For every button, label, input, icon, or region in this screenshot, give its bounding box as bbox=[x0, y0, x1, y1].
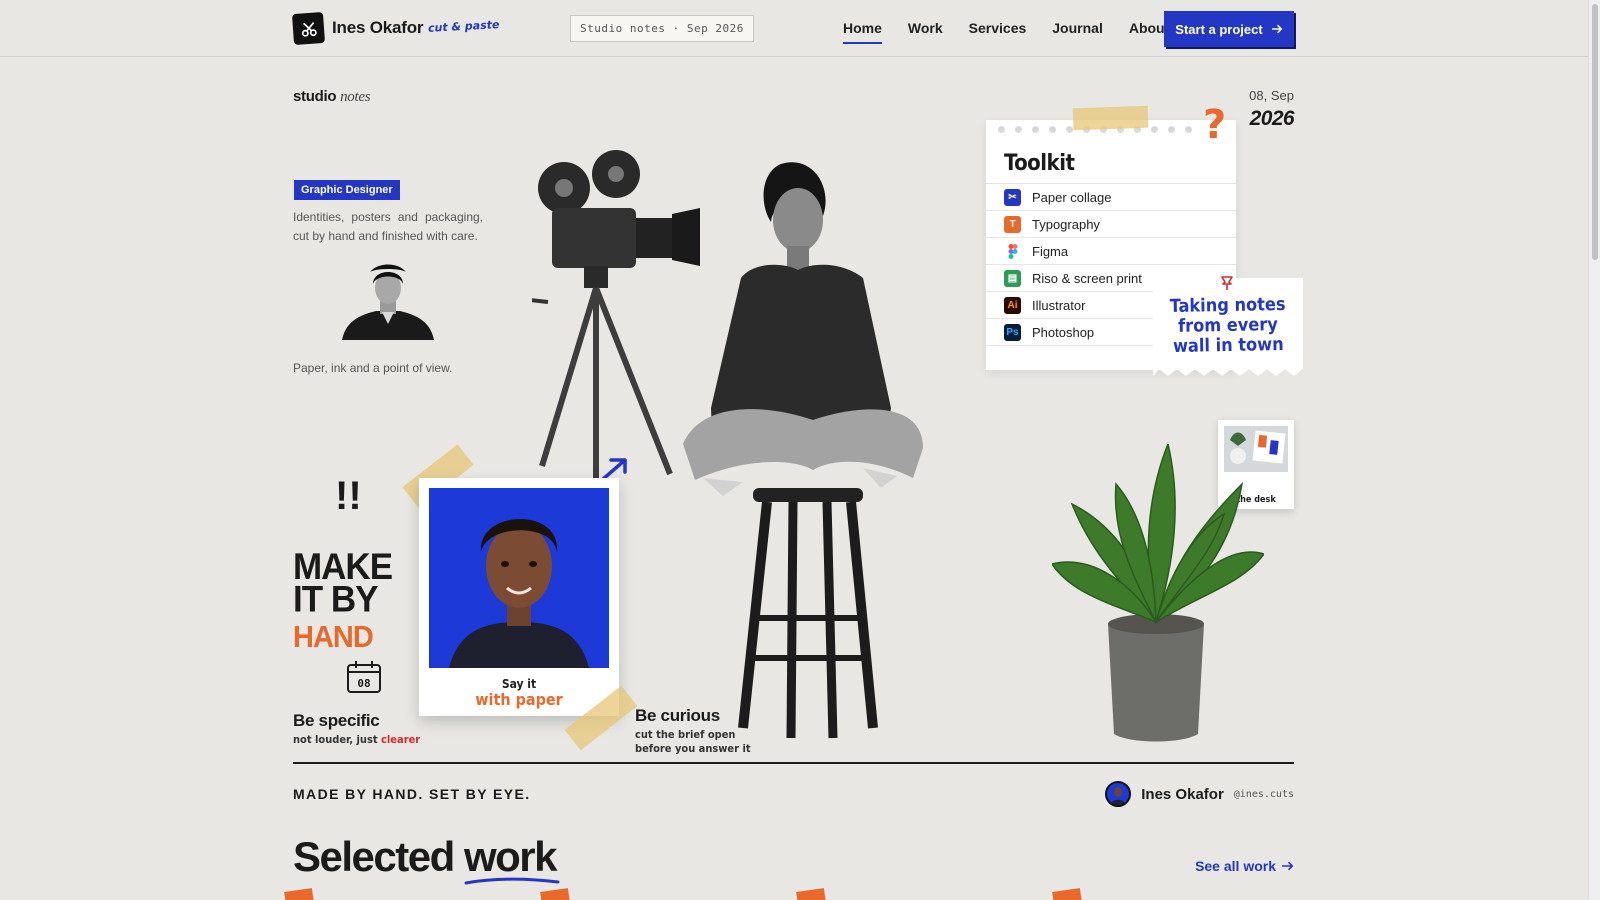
scissors-icon: ✂ bbox=[1004, 188, 1021, 206]
be-curious-sub-2: before you answer it bbox=[635, 742, 751, 755]
toolkit-item-label: Figma bbox=[1032, 243, 1069, 259]
polaroid-caption: Say it with paper bbox=[419, 677, 619, 709]
arrow-right-icon bbox=[1271, 24, 1283, 34]
sticky-note: Taking notes from every wall in town bbox=[1153, 278, 1303, 376]
sticky-note-line-3: wall in town bbox=[1172, 334, 1284, 357]
be-curious-sub-1: cut the brief open bbox=[635, 728, 736, 741]
sticky-note-line-1: Taking notes bbox=[1169, 293, 1286, 318]
toolkit-item: ✂ Paper collage bbox=[986, 184, 1236, 211]
author-handle: @ines.cuts bbox=[1233, 788, 1294, 800]
nav-journal[interactable]: Journal bbox=[1052, 20, 1103, 36]
toolkit-title: Toolkit bbox=[1004, 151, 1075, 176]
potted-plant-illustration bbox=[1052, 444, 1264, 742]
sticky-note-text: Taking notes from every wall in town bbox=[1153, 293, 1303, 358]
be-curious-block: Be curious cut the brief open before you… bbox=[635, 706, 751, 756]
be-curious-title: Be curious bbox=[635, 706, 720, 725]
be-specific-sub-text: not louder, just bbox=[293, 733, 378, 746]
be-specific-sub: not louder, just clearer bbox=[293, 733, 420, 746]
headline-line-2: IT BY bbox=[293, 578, 378, 620]
scrollbar-thumb[interactable] bbox=[1592, 4, 1598, 260]
section-label: studio notes bbox=[293, 88, 371, 106]
nav-home[interactable]: Home bbox=[843, 20, 882, 44]
be-specific-emph: clearer bbox=[381, 733, 421, 746]
headline-line-3: HAND bbox=[293, 620, 374, 655]
toolkit-item: Figma bbox=[986, 238, 1236, 265]
toolkit-item-label: Riso & screen print bbox=[1032, 270, 1142, 286]
be-specific-title: Be specific bbox=[293, 711, 380, 730]
be-specific-block: Be specific not louder, just clearer bbox=[293, 711, 420, 746]
question-mark-icon: ? bbox=[1203, 102, 1227, 148]
nav-work[interactable]: Work bbox=[908, 20, 943, 36]
figma-icon bbox=[1004, 242, 1021, 260]
headline-make-it-by-hand: MAKE IT BY HAND bbox=[293, 548, 393, 655]
start-project-label: Start a project bbox=[1175, 21, 1263, 37]
toolkit-item-label: Paper collage bbox=[1032, 189, 1112, 205]
calendar-icon: 08 bbox=[347, 661, 381, 693]
work-card-tab bbox=[540, 888, 570, 900]
arrow-right-icon bbox=[1282, 861, 1294, 871]
toolkit-item-label: Photoshop bbox=[1032, 324, 1095, 340]
main-nav: Home Work Services Journal About bbox=[843, 20, 1169, 44]
selected-work-plain: Selected bbox=[293, 833, 455, 880]
work-card-tab bbox=[796, 888, 826, 900]
printer-icon: ▤ bbox=[1004, 269, 1021, 287]
header-badge: Studio notes · Sep 2026 bbox=[570, 15, 754, 42]
start-project-button[interactable]: Start a project bbox=[1164, 11, 1294, 47]
see-all-work-label: See all work bbox=[1195, 858, 1276, 874]
motto: MADE BY HAND. SET BY EYE. bbox=[293, 786, 531, 802]
author-name: Ines Okafor bbox=[1141, 785, 1224, 803]
work-card-tab bbox=[284, 888, 314, 900]
selected-work-heading: Selected work bbox=[293, 833, 560, 885]
selected-work-underlined: work bbox=[463, 833, 560, 885]
see-all-work-link[interactable]: See all work bbox=[1195, 858, 1294, 874]
toolkit-item: T Typography bbox=[986, 211, 1236, 238]
portrait-caption: Paper, ink and a point of view. bbox=[293, 361, 453, 375]
selected-work-underlined-text: work bbox=[463, 833, 558, 880]
page-scrollbar[interactable] bbox=[1588, 0, 1600, 900]
avatar bbox=[1105, 781, 1132, 807]
polaroid-card: Say it with paper bbox=[419, 478, 619, 716]
mini-portrait-image bbox=[342, 264, 434, 340]
scribble-underline-icon bbox=[464, 877, 560, 885]
tape-strip bbox=[1072, 105, 1149, 131]
designer-portrait-illustration bbox=[683, 162, 923, 739]
exclamation-mark: !! bbox=[335, 474, 362, 518]
calendar-day: 08 bbox=[357, 677, 370, 690]
polaroid-photo bbox=[429, 488, 609, 668]
film-camera-illustration bbox=[532, 150, 700, 484]
section-label-bold: studio bbox=[293, 88, 337, 105]
photoshop-icon: Ps bbox=[1004, 323, 1021, 341]
section-divider bbox=[293, 762, 1294, 764]
toolkit-item-label: Typography bbox=[1032, 216, 1100, 232]
date-day-month: 08, Sep bbox=[1249, 88, 1294, 103]
author-chip[interactable]: Ines Okafor @ines.cuts bbox=[1105, 781, 1294, 807]
site-header: Ines Okafor cut & paste Studio notes · S… bbox=[0, 0, 1588, 57]
nav-services[interactable]: Services bbox=[969, 20, 1027, 36]
pushpin-icon bbox=[1221, 276, 1233, 290]
illustrator-icon: Ai bbox=[1004, 296, 1021, 314]
role-badge: Graphic Designer bbox=[294, 180, 400, 200]
intro-text: Identities, posters and packaging, cut b… bbox=[293, 210, 483, 243]
date-year: 2026 bbox=[1249, 107, 1295, 130]
polaroid-caption-line-2: with paper bbox=[475, 690, 563, 709]
logo-scissors-icon[interactable] bbox=[291, 11, 326, 46]
type-icon: T bbox=[1004, 215, 1021, 233]
work-card-tab bbox=[1052, 888, 1082, 900]
toolkit-item-label: Illustrator bbox=[1032, 297, 1086, 313]
brand-name[interactable]: Ines Okafor bbox=[332, 18, 424, 38]
section-label-italic: notes bbox=[340, 89, 371, 105]
brand-tag: cut & paste bbox=[427, 18, 500, 35]
